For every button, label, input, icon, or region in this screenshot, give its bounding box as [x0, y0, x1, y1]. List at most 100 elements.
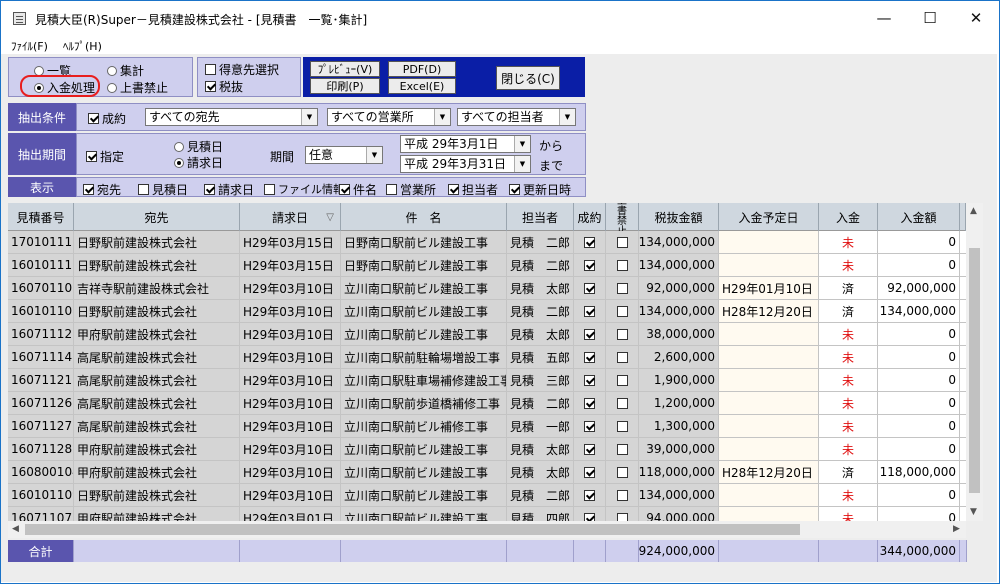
cell-staff: 見積 二郎	[507, 392, 574, 415]
display-updated-checkbox[interactable]: 更新日時	[509, 181, 571, 198]
column-header[interactable]: 宛先	[74, 203, 240, 231]
display-estimate-date-checkbox[interactable]: 見積日	[138, 181, 188, 198]
column-header[interactable]: 担当者	[507, 203, 574, 231]
table-row[interactable]: 160101108 日野駅前建設株式会社 H29年03月10日 立川南口駅前ビル建設工…	[8, 300, 966, 323]
contract-checkbox[interactable]: 成約	[88, 110, 126, 127]
column-header[interactable]: 上書禁止	[606, 203, 639, 231]
column-header[interactable]: 入金予定日	[719, 203, 819, 231]
preview-button[interactable]: ﾌﾟﾚﾋﾞｭｰ(V)	[310, 61, 380, 77]
contract-checkbox[interactable]	[584, 282, 595, 294]
lock-checkbox[interactable]	[616, 236, 628, 248]
table-row[interactable]: 16071121 高尾駅前建設株式会社 H29年03月10日 立川南口駅駐車場補修建設…	[8, 369, 966, 392]
contract-checkbox[interactable]	[584, 351, 595, 363]
excel-button[interactable]: Excel(E)	[388, 78, 456, 94]
minimize-button[interactable]: —	[861, 1, 907, 35]
lock-checkbox[interactable]	[616, 397, 628, 409]
contract-checkbox[interactable]	[584, 397, 595, 409]
table-row[interactable]: 16071127 高尾駅前建設株式会社 H29年03月10日 立川南口駅前ビル補修工事…	[8, 415, 966, 438]
display-invoice-date-checkbox[interactable]: 請求日	[204, 181, 254, 198]
column-header[interactable]: 入金	[819, 203, 878, 231]
scroll-right-icon[interactable]: ▶	[953, 524, 960, 534]
display-dest-checkbox[interactable]: 宛先	[83, 181, 121, 198]
table-row[interactable]: 16071112 甲府駅前建設株式会社 H29年03月10日 立川南口駅前ビル建設工事…	[8, 323, 966, 346]
table-row[interactable]: 160701105 吉祥寺駅前建設株式会社 H29年03月10日 立川南口駅前ビル建設…	[8, 277, 966, 300]
display-file-info-checkbox[interactable]: ファイル情報	[264, 181, 344, 197]
checkbox-box	[448, 184, 459, 195]
display-office-checkbox[interactable]: 営業所	[386, 181, 436, 198]
menu-file[interactable]: ﾌｧｲﾙ(F)	[11, 38, 48, 54]
period-type-select[interactable]: 任意 ▼	[305, 146, 383, 164]
invoice-date-radio[interactable]: 請求日	[174, 154, 223, 171]
contract-checkbox[interactable]	[584, 305, 595, 317]
mode-lock-radio[interactable]: 上書禁止	[107, 79, 168, 96]
tax-excluded-checkbox[interactable]: 税抜	[205, 78, 243, 95]
column-header[interactable]: 見積番号	[8, 203, 74, 231]
checkbox-label: 得意先選択	[219, 63, 280, 77]
contract-checkbox[interactable]	[584, 236, 595, 248]
vertical-scrollbar[interactable]: ▲ ▼	[966, 203, 983, 521]
column-header[interactable]: 成約	[574, 203, 606, 231]
radio-indicator	[174, 141, 184, 152]
table-row[interactable]: 16071107 甲府駅前建設株式会社 H29年03月01日 立川南口駅前ビル建設工事…	[8, 507, 966, 521]
contract-checkbox[interactable]	[584, 443, 595, 455]
scroll-up-icon[interactable]: ▲	[970, 206, 977, 216]
table-row[interactable]: 160101109 日野駅前建設株式会社 H29年03月10日 立川南口駅前ビル建設工…	[8, 484, 966, 507]
scroll-thumb[interactable]	[969, 248, 980, 493]
contract-checkbox[interactable]	[584, 466, 595, 478]
table-row[interactable]: 16071126 高尾駅前建設株式会社 H29年03月10日 立川南口駅前歩道橋補修工…	[8, 392, 966, 415]
specify-checkbox[interactable]: 指定	[86, 148, 124, 165]
cell-amount: 1,300,000	[639, 415, 719, 438]
to-date-picker[interactable]: 平成 29年3月31日 ▼	[400, 155, 531, 173]
lock-checkbox[interactable]	[616, 466, 628, 478]
office-select[interactable]: すべての営業所 ▼	[327, 108, 451, 126]
scroll-thumb[interactable]	[25, 524, 800, 535]
contract-checkbox[interactable]	[584, 328, 595, 340]
lock-checkbox[interactable]	[616, 512, 628, 521]
contract-checkbox[interactable]	[584, 489, 595, 501]
column-header[interactable]: 税抜金額	[639, 203, 719, 231]
pdf-button[interactable]: PDF(D)	[388, 61, 456, 77]
lock-checkbox[interactable]	[616, 259, 628, 271]
maximize-button[interactable]: ☐	[907, 1, 953, 35]
table-row[interactable]: 170101111 日野駅前建設株式会社 H29年03月15日 日野南口駅前ビル建設工…	[8, 231, 966, 254]
contract-checkbox[interactable]	[584, 420, 595, 432]
column-header[interactable]: 入金額	[878, 203, 960, 231]
contract-checkbox[interactable]	[584, 512, 595, 521]
staff-select[interactable]: すべての担当者 ▼	[457, 108, 576, 126]
lock-checkbox[interactable]	[616, 489, 628, 501]
totals-label: 合計	[8, 540, 74, 562]
lock-checkbox[interactable]	[616, 351, 628, 363]
display-subject-checkbox[interactable]: 件名	[339, 181, 377, 198]
close-window-button[interactable]: ✕	[953, 1, 999, 35]
column-header[interactable]: 請求日 ▽	[240, 203, 341, 231]
menu-help[interactable]: ﾍﾙﾌﾟ(H)	[63, 38, 102, 54]
customer-select-checkbox[interactable]: 得意先選択	[205, 61, 279, 78]
cell-due	[719, 369, 819, 392]
display-staff-checkbox[interactable]: 担当者	[448, 181, 498, 198]
column-header[interactable]: 件 名	[341, 203, 507, 231]
contract-checkbox[interactable]	[584, 374, 595, 386]
table-row[interactable]: 16071128 甲府駅前建設株式会社 H29年03月10日 立川南口駅前ビル建設工事…	[8, 438, 966, 461]
column-header-label: 成約	[577, 210, 602, 225]
customer-select[interactable]: すべての宛先 ▼	[145, 108, 318, 126]
chevron-down-icon: ▼	[514, 136, 530, 152]
table-row[interactable]: 160101112 日野駅前建設株式会社 H29年03月15日 日野南口駅前ビル建設工…	[8, 254, 966, 277]
print-button[interactable]: 印刷(P)	[310, 78, 380, 94]
estimate-date-radio[interactable]: 見積日	[174, 138, 223, 155]
scroll-left-icon[interactable]: ◀	[12, 524, 19, 534]
close-button[interactable]: 閉じる(C)	[496, 66, 560, 90]
scroll-down-icon[interactable]: ▼	[970, 507, 977, 517]
mode-summary-radio[interactable]: 集計	[107, 62, 144, 79]
table-row[interactable]: 160800104 甲府駅前建設株式会社 H29年03月10日 立川南口駅前ビル建設工…	[8, 461, 966, 484]
lock-checkbox[interactable]	[616, 420, 628, 432]
lock-checkbox[interactable]	[616, 282, 628, 294]
from-date-picker[interactable]: 平成 29年3月1日 ▼	[400, 135, 531, 153]
lock-checkbox[interactable]	[616, 328, 628, 340]
horizontal-scrollbar[interactable]: ◀ ▶	[8, 521, 966, 538]
lock-checkbox[interactable]	[616, 305, 628, 317]
lock-checkbox[interactable]	[616, 443, 628, 455]
contract-checkbox[interactable]	[584, 259, 595, 271]
table-row[interactable]: 16071114 高尾駅前建設株式会社 H29年03月10日 立川南口駅前駐輪場増設工…	[8, 346, 966, 369]
cell-dest: 甲府駅前建設株式会社	[74, 507, 240, 521]
lock-checkbox[interactable]	[616, 374, 628, 386]
